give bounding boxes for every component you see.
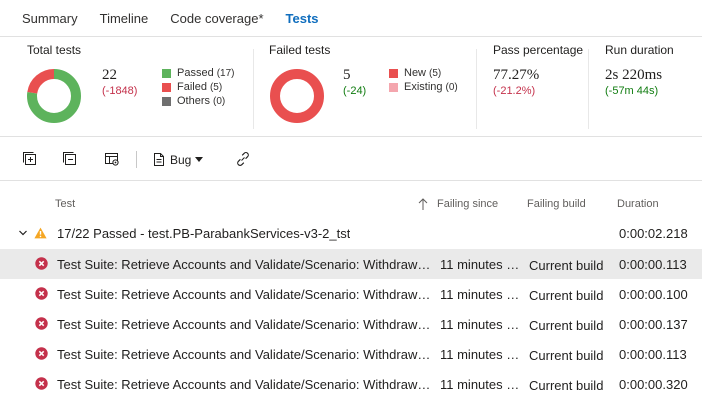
- others-swatch: [162, 96, 171, 106]
- bug-button-label: Bug: [170, 152, 192, 167]
- pass-percentage-value: 77.27%: [493, 67, 540, 83]
- test-name: Test Suite: Retrieve Accounts and Valida…: [57, 257, 431, 272]
- failed-tests-legend: New (5) Existing (0): [389, 66, 458, 94]
- test-name: Test Suite: Retrieve Accounts and Valida…: [57, 287, 431, 302]
- column-options-icon[interactable]: [104, 151, 120, 167]
- chevron-down-icon[interactable]: [18, 229, 28, 237]
- legend-passed: Passed (17): [162, 66, 235, 80]
- donut-segment: [270, 69, 324, 123]
- test-name: Test Suite: Retrieve Accounts and Valida…: [57, 377, 431, 392]
- failed-tests-count: 5: [343, 67, 351, 83]
- chevron-down-icon: [195, 157, 204, 162]
- bug-button[interactable]: Bug: [153, 151, 204, 168]
- legend-existing: Existing (0): [389, 80, 458, 94]
- column-header-failing-since[interactable]: Failing since: [437, 198, 498, 210]
- legend-new-count: (5): [429, 67, 442, 79]
- pass-percentage-delta: (-21.2%): [493, 85, 536, 97]
- failed-tests-panel: Failed tests 5 (-24) New (5) Existing (0…: [255, 37, 477, 137]
- column-header-test[interactable]: Test: [55, 198, 75, 210]
- collapse-all-icon[interactable]: [62, 151, 78, 167]
- summary-divider: [253, 49, 254, 129]
- passed-swatch: [162, 68, 171, 78]
- test-failing-build: Current build: [529, 378, 604, 393]
- test-name: Test Suite: Retrieve Accounts and Valida…: [57, 347, 431, 362]
- total-tests-legend: Passed (17) Failed (5) Others (0): [162, 66, 235, 108]
- failed-tests-title: Failed tests: [269, 43, 331, 57]
- test-failing-since: 11 minutes …: [440, 377, 520, 392]
- test-duration: 0:00:00.113: [619, 257, 687, 272]
- test-group-duration: 0:00:02.218: [619, 226, 688, 241]
- test-failing-since: 11 minutes …: [440, 257, 520, 272]
- table-row[interactable]: Test Suite: Retrieve Accounts and Valida…: [0, 339, 702, 369]
- pass-percentage-title: Pass percentage: [493, 43, 584, 57]
- tab-tests[interactable]: Tests: [286, 11, 319, 26]
- legend-failed-label: Failed: [177, 81, 207, 93]
- total-tests-delta: (-1848): [102, 85, 138, 97]
- run-duration-title: Run duration: [605, 43, 674, 57]
- results-grid-header: Test Failing since Failing build Duratio…: [0, 188, 702, 218]
- table-row[interactable]: Test Suite: Retrieve Accounts and Valida…: [0, 279, 702, 309]
- legend-new-label: New: [404, 67, 427, 79]
- run-duration-delta: (-57m 44s): [605, 85, 659, 97]
- column-header-failing-build[interactable]: Failing build: [527, 198, 586, 210]
- legend-passed-label: Passed: [177, 67, 214, 79]
- failed-swatch: [162, 82, 171, 92]
- tab-timeline[interactable]: Timeline: [100, 11, 149, 26]
- failed-icon: [35, 257, 48, 270]
- test-duration: 0:00:00.100: [619, 287, 688, 302]
- legend-others-label: Others: [177, 95, 211, 107]
- failed-tests-delta: (-24): [343, 85, 367, 97]
- test-summary: Total tests 22 (-1848) Passed (17) Faile…: [0, 37, 702, 137]
- link-icon[interactable]: [235, 151, 251, 167]
- total-tests-donut: [27, 69, 81, 123]
- table-row[interactable]: Test Suite: Retrieve Accounts and Valida…: [0, 369, 702, 399]
- legend-new: New (5): [389, 66, 458, 80]
- table-row[interactable]: Test Suite: Retrieve Accounts and Valida…: [0, 249, 702, 279]
- pass-percentage-panel: Pass percentage 77.27% (-21.2%): [477, 37, 589, 137]
- failed-tests-donut: [270, 69, 324, 123]
- table-row[interactable]: Test Suite: Retrieve Accounts and Valida…: [0, 309, 702, 339]
- test-failing-since: 11 minutes …: [440, 347, 520, 362]
- legend-others-count: (0): [213, 95, 226, 107]
- total-tests-title: Total tests: [27, 43, 82, 57]
- test-name: Test Suite: Retrieve Accounts and Valida…: [57, 317, 431, 332]
- test-failing-build: Current build: [529, 258, 604, 273]
- run-duration-panel: Run duration 2s 220ms (-57m 44s): [589, 37, 702, 137]
- legend-passed-count: (17): [216, 67, 235, 79]
- failed-icon: [35, 317, 48, 330]
- legend-existing-label: Existing: [404, 81, 443, 93]
- column-header-duration[interactable]: Duration: [617, 198, 659, 210]
- warning-icon: [34, 227, 47, 239]
- failed-icon: [35, 347, 48, 360]
- total-tests-count: 22: [102, 67, 117, 83]
- test-failing-build: Current build: [529, 348, 604, 363]
- legend-existing-count: (0): [445, 81, 458, 93]
- results-toolbar: Bug: [0, 137, 702, 181]
- test-duration: 0:00:00.137: [619, 317, 688, 332]
- tab-summary[interactable]: Summary: [22, 11, 78, 26]
- test-duration: 0:00:00.320: [619, 377, 688, 392]
- legend-failed-count: (5): [209, 81, 223, 93]
- test-group-label: 17/22 Passed - test.PB-ParabankServices-…: [57, 226, 351, 241]
- test-failing-since: 11 minutes …: [440, 287, 520, 302]
- tab-code-coverage[interactable]: Code coverage*: [170, 11, 263, 26]
- sort-ascending-icon[interactable]: [417, 197, 429, 211]
- existing-swatch: [389, 82, 398, 92]
- bug-icon: [154, 153, 164, 166]
- test-group-row[interactable]: 17/22 Passed - test.PB-ParabankServices-…: [0, 219, 702, 249]
- failed-icon: [35, 287, 48, 300]
- tab-bar: Summary Timeline Code coverage* Tests: [0, 0, 702, 37]
- test-duration: 0:00:00.113: [619, 347, 687, 362]
- legend-others: Others (0): [162, 94, 235, 108]
- test-failing-build: Current build: [529, 288, 604, 303]
- expand-all-icon[interactable]: [22, 151, 38, 167]
- toolbar-separator: [136, 151, 137, 168]
- total-tests-panel: Total tests 22 (-1848) Passed (17) Faile…: [0, 37, 255, 137]
- run-duration-value: 2s 220ms: [605, 67, 663, 83]
- test-failing-build: Current build: [529, 318, 604, 333]
- new-swatch: [389, 68, 398, 78]
- test-failing-since: 11 minutes …: [440, 317, 520, 332]
- legend-failed: Failed (5): [162, 80, 235, 94]
- failed-icon: [35, 377, 48, 390]
